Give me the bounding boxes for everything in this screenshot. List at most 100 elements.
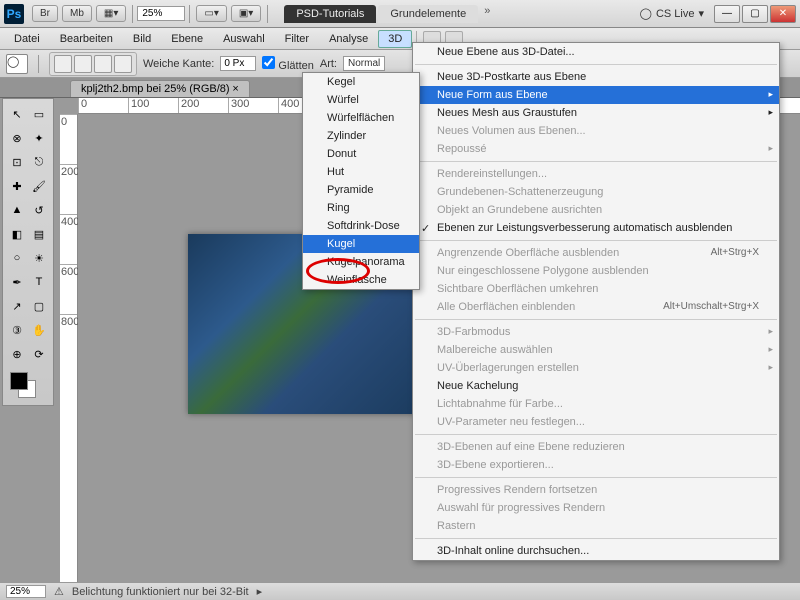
maximize-button[interactable]: ▢: [742, 5, 768, 23]
tool-wand[interactable]: ✦: [29, 127, 49, 149]
chevron-down-icon[interactable]: ▾: [698, 7, 704, 20]
workspace-more-icon[interactable]: »: [484, 5, 490, 23]
submenu-neue-form: KegelWürfelWürfelflächenZylinderDonutHut…: [302, 72, 420, 290]
mode-new[interactable]: [54, 55, 72, 73]
status-info-icon[interactable]: ⚠: [54, 585, 64, 598]
tool-crop[interactable]: ⊡: [7, 151, 27, 173]
submenu-item-wrfel[interactable]: Würfel: [303, 91, 419, 109]
submenu-item-softdrinkdose[interactable]: Softdrink-Dose: [303, 217, 419, 235]
cslive-label[interactable]: CS Live: [656, 8, 695, 20]
menu3d-item[interactable]: 3D-Inhalt online durchsuchen...: [413, 542, 779, 560]
feather-input[interactable]: [220, 56, 256, 71]
status-zoom-input[interactable]: [6, 585, 46, 598]
tool-eraser[interactable]: ◧: [7, 223, 27, 245]
tool-move[interactable]: ↖: [7, 103, 27, 125]
menu3d-item[interactable]: Ebenen zur Leistungsverbesserung automat…: [413, 219, 779, 237]
ruler-vertical: 0200400600800: [60, 114, 78, 582]
menu3d-item[interactable]: Neue Form aus Ebene: [413, 86, 779, 104]
menu3d-item[interactable]: Neues Mesh aus Graustufen: [413, 104, 779, 122]
antialias-checkbox[interactable]: Glätten: [262, 56, 314, 72]
art-select[interactable]: Normal: [343, 56, 385, 71]
menu3d-item: Neues Volumen aus Ebenen...: [413, 122, 779, 140]
tool-type[interactable]: T: [29, 271, 49, 293]
close-tab-icon[interactable]: ×: [232, 83, 238, 95]
menu-bearbeiten[interactable]: Bearbeiten: [50, 30, 123, 48]
marquee-mode-group: [49, 52, 137, 76]
menu3d-item: Nur eingeschlossene Polygone ausblenden: [413, 262, 779, 280]
menu-datei[interactable]: Datei: [4, 30, 50, 48]
tool-preset[interactable]: ◯: [6, 54, 28, 74]
tool-hand[interactable]: ✋: [29, 319, 49, 341]
mode-add[interactable]: [74, 55, 92, 73]
menu-analyse[interactable]: Analyse: [319, 30, 378, 48]
menu-3d-dropdown: Neue Ebene aus 3D-Datei... Neue 3D-Postka…: [412, 42, 780, 561]
submenu-item-kegel[interactable]: Kegel: [303, 73, 419, 91]
submenu-item-wrfelflchen[interactable]: Würfelflächen: [303, 109, 419, 127]
submenu-item-kugel[interactable]: Kugel: [303, 235, 419, 253]
tool-gradient[interactable]: ▤: [29, 223, 49, 245]
mode-subtract[interactable]: [94, 55, 112, 73]
menu3d-item: Objekt an Grundebene ausrichten: [413, 201, 779, 219]
tool-blur[interactable]: ○: [7, 247, 27, 269]
menu3d-item[interactable]: Neue Ebene aus 3D-Datei...: [413, 43, 779, 61]
tool-heal[interactable]: ✚: [7, 175, 27, 197]
tool-shape[interactable]: ▢: [29, 295, 49, 317]
submenu-item-ring[interactable]: Ring: [303, 199, 419, 217]
foreground-color[interactable]: [10, 372, 28, 390]
menu3d-item: 3D-Ebenen auf eine Ebene reduzieren: [413, 438, 779, 456]
menu-ebene[interactable]: Ebene: [161, 30, 213, 48]
titlebar: Ps Br Mb ▦▾ 25% ▭▾ ▣▾ PSD-Tutorials Grun…: [0, 0, 800, 28]
arrange-button[interactable]: ▭▾: [196, 5, 226, 22]
menu-3d[interactable]: 3D: [378, 30, 412, 48]
tool-zoom[interactable]: ⊕: [7, 343, 27, 365]
workspace-tab-grundelemente[interactable]: Grundelemente: [378, 5, 478, 23]
screen-mode-button[interactable]: ▣▾: [231, 5, 261, 22]
status-message: Belichtung funktioniert nur bei 32-Bit: [72, 586, 249, 598]
app-logo: Ps: [4, 4, 24, 24]
menu3d-item[interactable]: Neue Kachelung: [413, 377, 779, 395]
menu3d-item: Auswahl für progressives Rendern: [413, 499, 779, 517]
tool-eyedrop[interactable]: ⎋: [29, 151, 49, 173]
menu3d-item: Sichtbare Oberflächen umkehren: [413, 280, 779, 298]
minibridge-button[interactable]: Mb: [62, 5, 92, 22]
menu3d-item: Alle Oberflächen einblendenAlt+Umschalt+…: [413, 298, 779, 316]
menu-auswahl[interactable]: Auswahl: [213, 30, 275, 48]
menu3d-item: Rastern: [413, 517, 779, 535]
submenu-item-kugelpanorama[interactable]: Kugelpanorama: [303, 253, 419, 271]
tool-stamp[interactable]: ▲: [7, 199, 27, 221]
menu-filter[interactable]: Filter: [275, 30, 319, 48]
submenu-item-pyramide[interactable]: Pyramide: [303, 181, 419, 199]
tool-marquee[interactable]: ▭: [29, 103, 49, 125]
menu3d-item[interactable]: Neue 3D-Postkarte aus Ebene: [413, 68, 779, 86]
submenu-item-hut[interactable]: Hut: [303, 163, 419, 181]
art-label: Art:: [320, 58, 337, 70]
status-arrow-icon[interactable]: ▸: [257, 585, 263, 598]
tool-rotate[interactable]: ⟳: [29, 343, 49, 365]
menu3d-item: Angrenzende Oberfläche ausblendenAlt+Str…: [413, 244, 779, 262]
menu3d-item: UV-Parameter neu festlegen...: [413, 413, 779, 431]
toolbox: ↖▭⊗✦⊡⎋✚🖌▲↺◧▤○☀✒T↗▢③✋⊕⟳: [2, 98, 54, 406]
submenu-item-zylinder[interactable]: Zylinder: [303, 127, 419, 145]
cslive-icon: ◯: [640, 7, 652, 20]
bridge-button[interactable]: Br: [32, 5, 58, 22]
menu-bild[interactable]: Bild: [123, 30, 161, 48]
menu3d-item: Lichtabnahme für Farbe...: [413, 395, 779, 413]
close-button[interactable]: ✕: [770, 5, 796, 23]
tool-3d[interactable]: ③: [7, 319, 27, 341]
submenu-item-weinflasche[interactable]: Weinflasche: [303, 271, 419, 289]
tool-history[interactable]: ↺: [29, 199, 49, 221]
tool-path[interactable]: ↗: [7, 295, 27, 317]
document-tab[interactable]: kplj2th2.bmp bei 25% (RGB/8) ×: [70, 80, 250, 97]
tool-brush[interactable]: 🖌: [29, 175, 49, 197]
color-swatches[interactable]: [6, 372, 50, 402]
tool-lasso[interactable]: ⊗: [7, 127, 27, 149]
zoom-level[interactable]: 25%: [137, 6, 185, 21]
mode-intersect[interactable]: [114, 55, 132, 73]
menu3d-item: 3D-Farbmodus: [413, 323, 779, 341]
tool-pen[interactable]: ✒: [7, 271, 27, 293]
submenu-item-donut[interactable]: Donut: [303, 145, 419, 163]
workspace-tab-psd-tutorials[interactable]: PSD-Tutorials: [284, 5, 376, 23]
tool-dodge[interactable]: ☀: [29, 247, 49, 269]
view-extras-button[interactable]: ▦▾: [96, 5, 126, 22]
minimize-button[interactable]: —: [714, 5, 740, 23]
